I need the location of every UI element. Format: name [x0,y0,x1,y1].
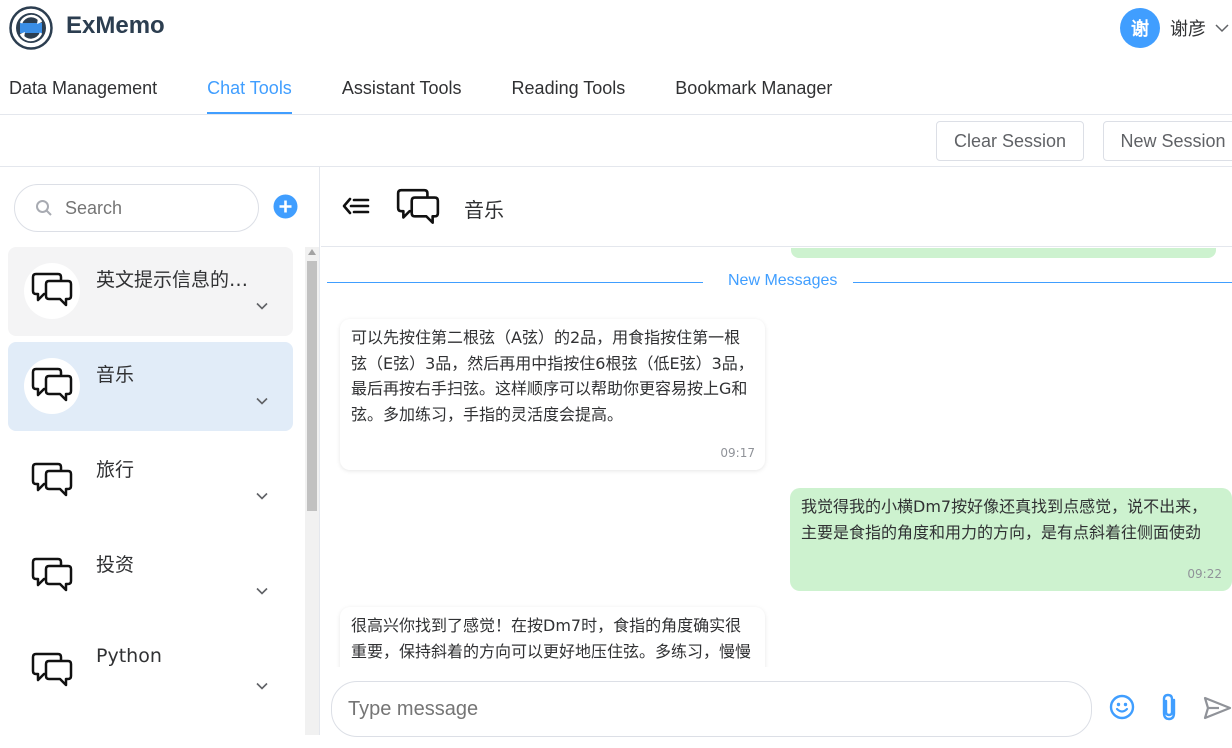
chat-bubbles-icon [24,358,80,414]
user-name[interactable]: 谢彦 [1170,15,1206,41]
message-input-box[interactable] [331,681,1092,737]
chat-header: 音乐 [321,167,1232,247]
user-message[interactable]: 我觉得我的小横Dm7按好像还真找到点感觉，说不出来，主要是食指的角度和用力的方向… [790,488,1232,591]
clear-session-button[interactable]: Clear Session [936,121,1084,161]
main-nav: Data Management Chat Tools Assistant Too… [0,66,882,114]
session-title: 音乐 [96,364,135,386]
search-input[interactable] [65,197,245,219]
assistant-message[interactable]: 可以先按住第二根弦（A弦）的2品，用食指按住第一根弦（E弦）3品，然后再用中指按… [340,319,765,470]
session-item[interactable]: 英文提示信息的… [8,247,293,336]
emoji-icon[interactable] [1109,694,1135,720]
app-title: ExMemo [66,12,165,39]
sidebar-scrollbar[interactable] [305,247,319,735]
chat-bubbles-icon [396,188,440,224]
divider-line [853,282,1232,283]
chevron-down-icon[interactable] [1212,18,1232,38]
chat-bubbles-icon [24,453,80,509]
tab-chat-tools[interactable]: Chat Tools [207,66,292,114]
session-item[interactable]: Python [8,627,293,716]
chevron-down-icon[interactable] [254,298,270,314]
new-session-button[interactable]: New Session [1103,121,1232,161]
divider-label: New Messages [728,272,838,289]
top-bar: ExMemo 谢 谢彦 Data Management Chat Tools A… [0,0,1232,115]
send-icon[interactable] [1203,695,1232,721]
chat-bubbles-icon [24,548,80,604]
message-text: 可以先按住第二根弦（A弦）的2品，用食指按住第一根弦（E弦）3品，然后再用中指按… [351,328,754,424]
tab-assistant-tools[interactable]: Assistant Tools [342,66,462,114]
message-composer [321,667,1232,737]
divider-line [327,282,703,283]
session-item[interactable]: 音乐 [8,342,293,431]
session-item[interactable]: 旅行 [8,437,293,526]
scrollbar-thumb[interactable] [307,261,317,511]
session-list: 英文提示信息的… 音乐 旅行 投资 Python [0,247,305,735]
session-title: 投资 [96,554,135,576]
new-messages-divider: New Messages [327,272,1232,292]
tab-data-management[interactable]: Data Management [9,66,157,114]
session-sidebar: 英文提示信息的… 音乐 旅行 投资 [0,167,320,735]
session-title: 旅行 [96,459,135,481]
message-text: 我觉得我的小横Dm7按好像还真找到点感觉，说不出来，主要是食指的角度和用力的方向… [801,497,1208,542]
chat-bubbles-icon [24,263,80,319]
search-box[interactable] [14,184,259,232]
chat-panel: 音乐 New Messages 可以先按住第二根弦（A弦）的2品，用食指按住第一… [321,167,1232,737]
exmemo-logo-icon [9,6,53,50]
session-title: Python [96,645,162,667]
session-item[interactable]: 投资 [8,532,293,621]
collapse-sidebar-icon[interactable] [341,193,371,219]
tab-reading-tools[interactable]: Reading Tools [512,66,626,114]
user-menu[interactable]: 谢 谢彦 [1120,8,1232,48]
session-title: 英文提示信息的… [96,269,249,291]
chevron-down-icon[interactable] [254,678,270,694]
chat-title: 音乐 [464,198,504,222]
message-time: 09:22 [1187,566,1222,581]
previous-message-bubble [791,248,1216,258]
session-toolbar: Clear Session New Session [0,115,1232,167]
message-time: 09:17 [720,445,755,460]
chevron-down-icon[interactable] [254,583,270,599]
chevron-down-icon[interactable] [254,393,270,409]
chat-bubbles-icon [24,643,80,699]
search-icon [36,200,52,216]
message-input[interactable] [348,697,1048,721]
scroll-up-arrow-icon[interactable] [308,249,316,255]
add-session-icon[interactable] [273,194,298,219]
tab-bookmark-manager[interactable]: Bookmark Manager [675,66,832,114]
paperclip-icon[interactable] [1157,692,1183,722]
avatar[interactable]: 谢 [1120,8,1160,48]
chevron-down-icon[interactable] [254,488,270,504]
